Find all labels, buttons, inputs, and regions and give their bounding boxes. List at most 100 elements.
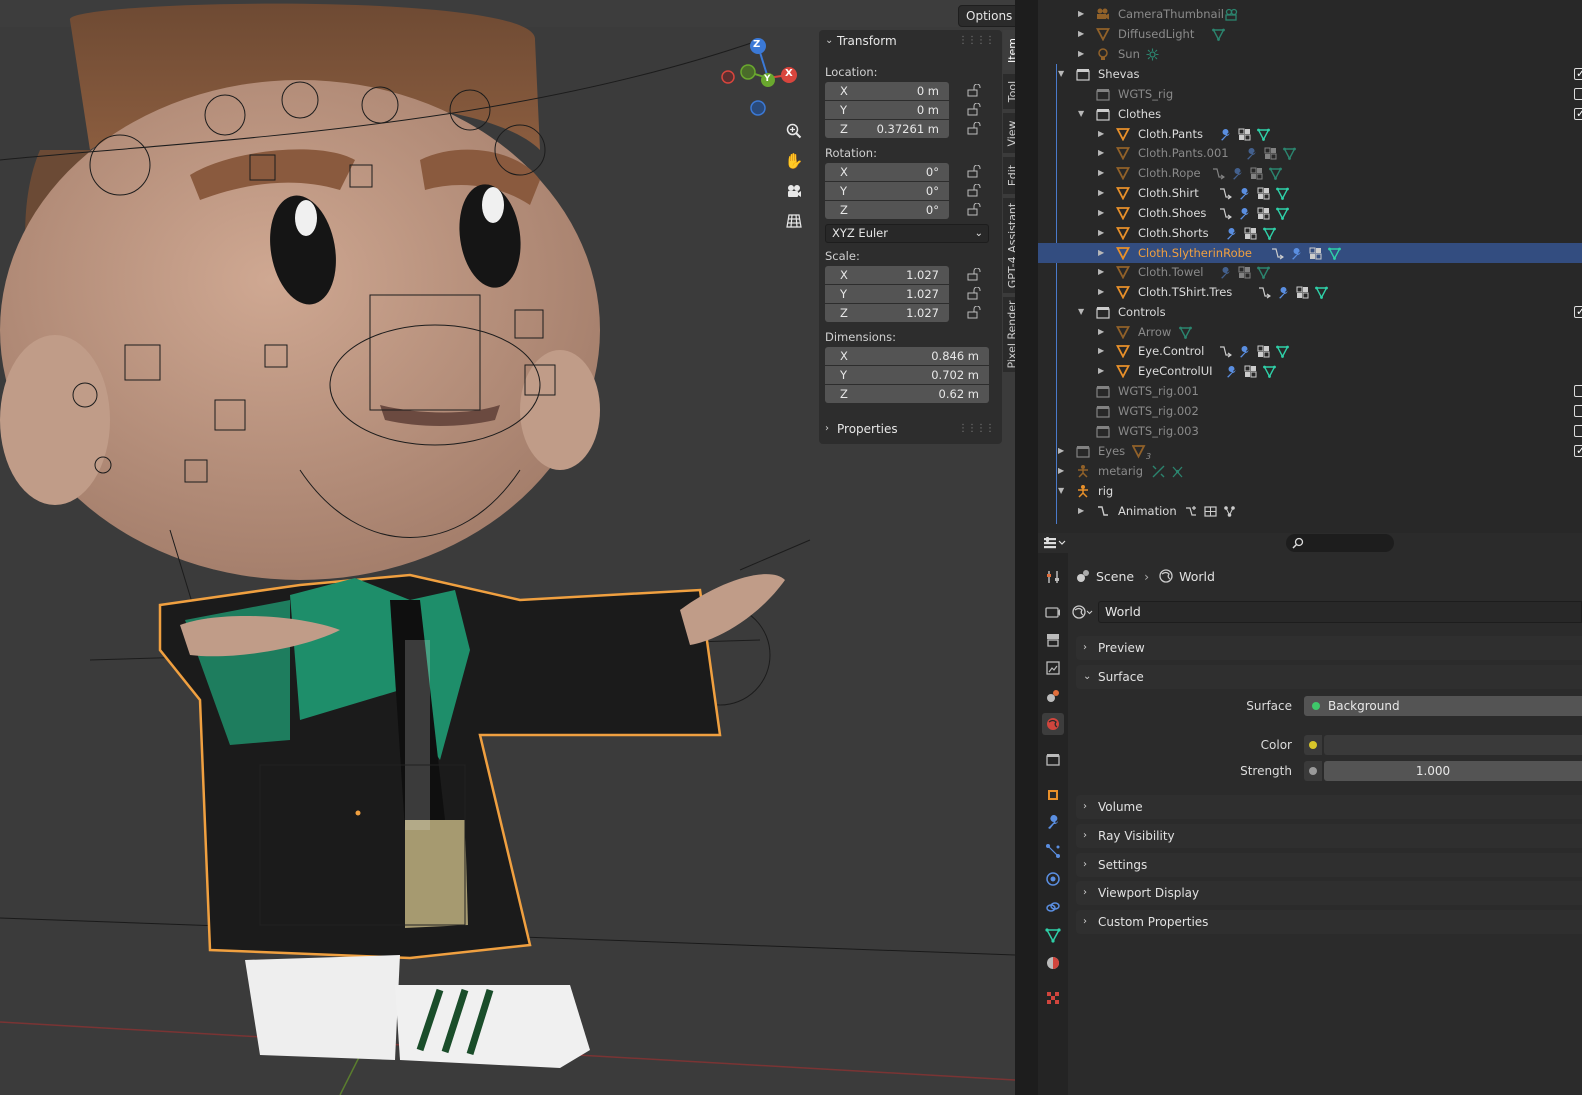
outliner-row[interactable]: ▶ Cloth.SlytherinRobe [1038,243,1582,263]
rotation-mode-select[interactable]: XYZ Euler ⌄ [825,224,989,243]
exclude-checkbox[interactable] [1574,302,1582,322]
mesh-data-icon[interactable] [1263,364,1277,379]
physics-tab-icon[interactable] [1042,868,1064,890]
vertex-groups-icon[interactable] [1296,285,1309,299]
outliner-row[interactable]: WGTS_rig.001 [1038,381,1582,401]
modifier-wrench-icon[interactable] [1277,285,1290,299]
modifier-wrench-icon[interactable] [1219,265,1232,279]
dimensions-y-field[interactable]: Y 0.702 m [825,366,989,384]
world-name-field[interactable]: World [1098,601,1582,623]
expand-arrow-icon[interactable]: ▶ [1098,203,1104,223]
animation-data-icon[interactable] [1219,344,1232,358]
mesh-data-icon[interactable] [1275,206,1289,221]
mesh-data-icon[interactable] [1269,166,1282,181]
expand-arrow-icon[interactable]: ▶ [1098,262,1104,282]
tool-tab-icon[interactable] [1042,566,1064,588]
exclude-checkbox[interactable] [1574,385,1582,397]
mesh-data-icon[interactable] [1256,127,1270,142]
dimensions-x-field[interactable]: X 0.846 m [825,347,989,365]
exclude-checkbox[interactable] [1574,425,1582,437]
surface-shader-field[interactable]: Background [1304,696,1582,716]
grid-ortho-icon[interactable] [782,209,806,233]
mesh-data-icon[interactable] [1256,265,1270,280]
options-dropdown[interactable]: Options⌄ [958,5,1015,27]
outliner-row[interactable]: ▶ Cloth.Shorts [1038,223,1582,243]
outliner-row[interactable]: WGTS_rig.002 [1038,401,1582,421]
outliner-row[interactable]: WGTS_rig.003 [1038,421,1582,441]
scale-x-field[interactable]: X 1.027 [825,266,949,284]
vertex-groups-icon[interactable] [1244,226,1257,240]
outliner-row[interactable]: ▶ DiffusedLight [1038,24,1582,44]
expand-arrow-icon[interactable]: ▶ [1098,183,1104,203]
lock-icon[interactable] [967,103,981,117]
tab-edit[interactable]: Edit [1003,157,1015,194]
settings-panel-header[interactable]: › Settings [1076,853,1582,877]
properties-panel-header[interactable]: › Properties ⋮⋮⋮⋮ [819,418,1002,440]
lock-icon[interactable] [967,122,981,136]
outliner-row[interactable]: ▼ rig [1038,481,1582,501]
modifier-wrench-icon[interactable] [1238,344,1251,358]
tab-view[interactable]: View [1003,113,1015,153]
exclude-checkbox[interactable] [1574,88,1582,100]
outliner-row[interactable]: ▶ Cloth.Rope [1038,163,1582,183]
expand-arrow-icon[interactable]: ▶ [1078,24,1084,44]
zoom-icon[interactable] [782,119,806,143]
world-browse-button[interactable] [1068,601,1098,623]
location-x-field[interactable]: X 0 m [825,82,949,100]
lock-icon[interactable] [967,184,981,198]
exclude-checkbox[interactable] [1574,405,1582,417]
breadcrumb-world[interactable]: World [1179,569,1215,584]
modifier-wrench-icon[interactable] [1238,206,1251,220]
output-tab-icon[interactable] [1042,629,1064,651]
viewport-display-panel-header[interactable]: › Viewport Display [1076,881,1582,905]
scale-z-field[interactable]: Z 1.027 [825,304,949,322]
vertex-groups-icon[interactable] [1238,127,1251,141]
texture-tab-icon[interactable] [1042,987,1064,1009]
view-layer-tab-icon[interactable] [1042,657,1064,679]
location-z-field[interactable]: Z 0.37261 m [825,120,949,138]
sun-data-icon[interactable] [1146,47,1159,61]
vertex-groups-icon[interactable] [1257,206,1270,220]
tab-item[interactable]: Item [1003,30,1015,70]
strength-socket-button[interactable] [1304,761,1322,781]
vertex-groups-icon[interactable] [1238,265,1251,279]
mesh-data-icon[interactable] [1283,146,1296,161]
collapse-arrow-icon[interactable]: ▼ [1078,302,1084,322]
camera-data-icon[interactable] [1225,7,1245,21]
vertex-groups-icon[interactable] [1309,246,1322,260]
tab-pixel-render[interactable]: Pixel Render [1003,297,1015,372]
action-strip-icon[interactable] [1204,504,1217,517]
mesh-data-icon[interactable] [1275,344,1289,359]
collection-tab-icon[interactable] [1042,749,1064,771]
animation-data-icon[interactable] [1212,166,1226,180]
mesh-data-icon[interactable] [1328,246,1342,261]
mesh-data-icon[interactable] [1275,186,1289,201]
object-tab-icon[interactable] [1042,784,1064,806]
modifier-tab-icon[interactable] [1042,812,1064,834]
volume-panel-header[interactable]: › Volume [1076,795,1582,819]
editor-type-icon[interactable] [1042,535,1068,551]
lock-icon[interactable] [967,268,981,282]
particles-tab-icon[interactable] [1042,840,1064,862]
modifier-wrench-icon[interactable] [1290,246,1303,260]
drag-grip-icon[interactable]: ⋮⋮⋮⋮ [958,30,995,52]
outliner-row[interactable]: ▼ Controls [1038,302,1582,322]
outliner-row[interactable]: ▶ Cloth.Shoes [1038,203,1582,223]
search-input[interactable] [1286,534,1394,552]
vertex-groups-icon[interactable] [1257,186,1270,200]
mesh-data-icon[interactable] [1179,325,1192,340]
outliner-row[interactable]: ▶ Cloth.Shirt [1038,183,1582,203]
mesh-data-icon[interactable] [1263,226,1277,241]
vertex-groups-icon[interactable] [1264,146,1277,160]
expand-arrow-icon[interactable]: ▶ [1058,441,1064,461]
expand-arrow-icon[interactable]: ▶ [1098,163,1104,183]
modifier-wrench-icon[interactable] [1225,364,1238,378]
render-tab-icon[interactable] [1042,601,1064,623]
lock-icon[interactable] [967,306,981,320]
modifier-wrench-icon[interactable] [1245,146,1258,160]
custom-properties-panel-header[interactable]: › Custom Properties [1076,910,1582,934]
world-tab-icon[interactable] [1042,713,1064,735]
expand-arrow-icon[interactable]: ▶ [1098,223,1104,243]
collapse-arrow-icon[interactable]: ▼ [1078,104,1084,124]
outliner-row[interactable]: ▼ Shevas [1038,64,1582,84]
